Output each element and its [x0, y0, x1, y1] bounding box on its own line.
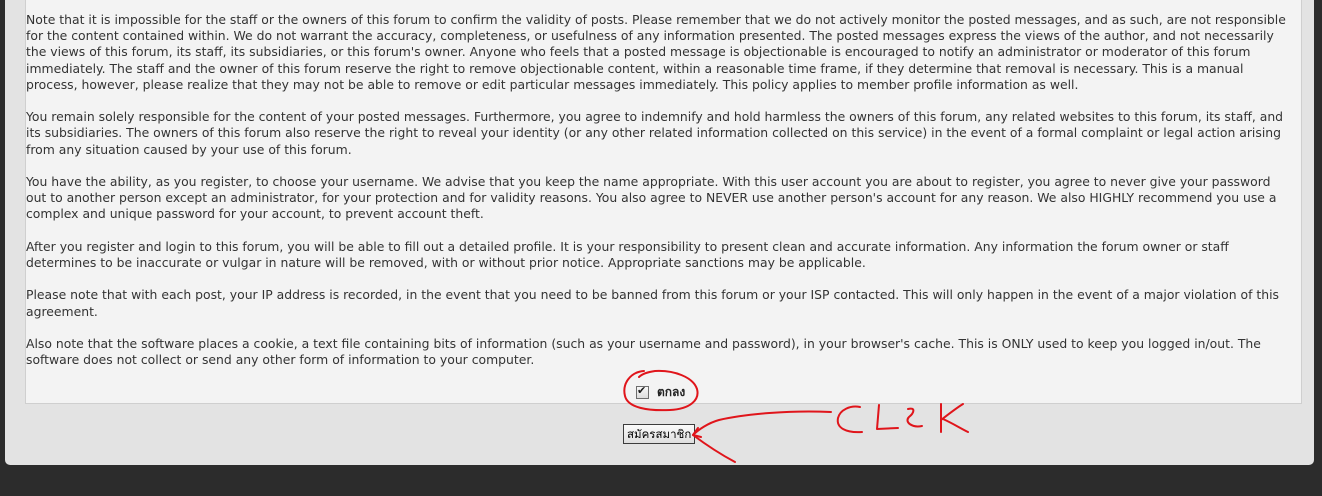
terms-text: Note that it is impossible for the staff…: [26, 12, 1294, 385]
register-button[interactable]: สมัครสมาชิก: [623, 424, 696, 444]
agree-row: ✔ ตกลง: [636, 384, 685, 400]
terms-paragraph-profile: After you register and login to this for…: [26, 238, 1229, 270]
terms-paragraph-responsibility: You remain solely responsible for the co…: [26, 109, 1284, 157]
agree-label[interactable]: ตกลง: [657, 383, 685, 402]
terms-paragraph-username: You have the ability, as you register, t…: [26, 174, 1277, 222]
terms-paragraph-validity: Note that it is impossible for the staff…: [26, 12, 1286, 92]
terms-paragraph-ip-address: Please note that with each post, your IP…: [26, 287, 1280, 319]
check-mark-icon: ✔: [637, 383, 647, 397]
terms-paragraph-cookie: Also note that the software places a coo…: [26, 335, 1261, 368]
agree-checkbox[interactable]: ✔: [636, 383, 649, 399]
